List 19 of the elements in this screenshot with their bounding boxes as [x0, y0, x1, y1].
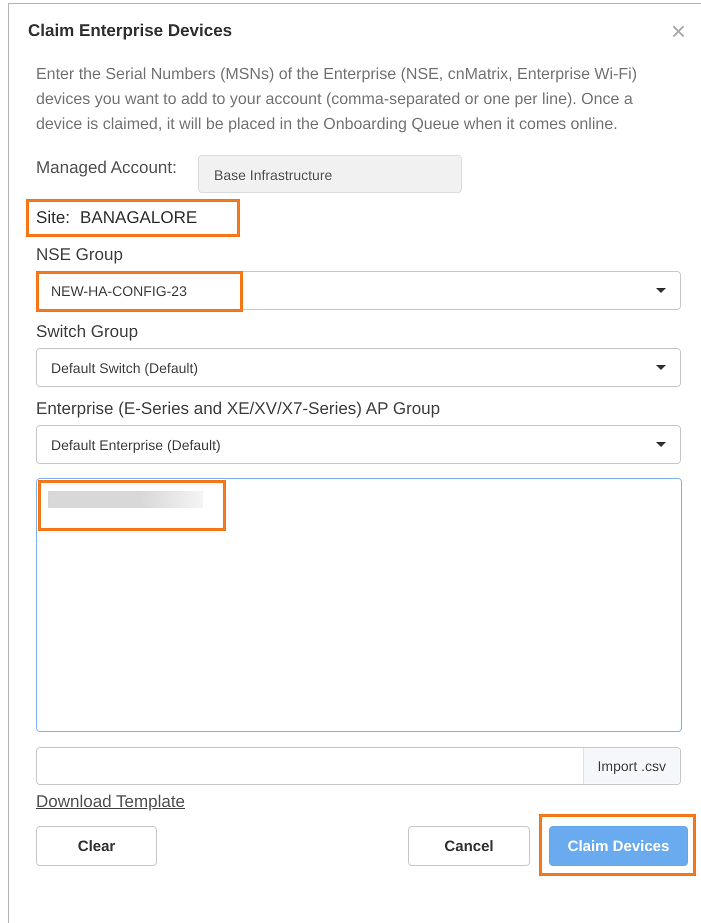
caret-icon	[656, 365, 666, 370]
caret-icon	[656, 442, 666, 447]
group-dropdown[interactable]: Default Enterprise (Default)	[36, 425, 681, 464]
field-label: Switch Group	[36, 322, 140, 343]
description-text: Enter the Serial Numbers (MSNs) of the Enterprise (NSE, cnMatrix, Enterprise Wi-Fi) devices you want to add to your account (comma-separated or one per line). Once a device is claimed, it will be placed in the Onboarding Queue when it comes online.	[36, 65, 638, 135]
field-label: Managed Account:	[36, 158, 178, 178]
group-dropdown[interactable]: NEW-HA-CONFIG-23	[36, 271, 681, 310]
dialog-button[interactable]: Clear	[36, 826, 157, 866]
caret-icon	[656, 288, 666, 293]
dialog-button[interactable]: Cancel	[408, 826, 530, 866]
serials-input[interactable]	[36, 478, 682, 732]
field-label: Site:	[36, 208, 70, 228]
field-label: Enterprise (E-Series and XE/XV/X7-Series) AP Group	[36, 399, 442, 420]
group-dropdown[interactable]: Default Switch (Default)	[36, 348, 681, 387]
account-field: Base Infrastructure	[198, 155, 462, 193]
download-link[interactable]: Download Template	[36, 792, 185, 812]
field-label: NSE Group	[36, 245, 124, 266]
dialog-title: Claim Enterprise Devices	[28, 21, 232, 41]
site-value: BANAGALORE	[80, 208, 198, 228]
